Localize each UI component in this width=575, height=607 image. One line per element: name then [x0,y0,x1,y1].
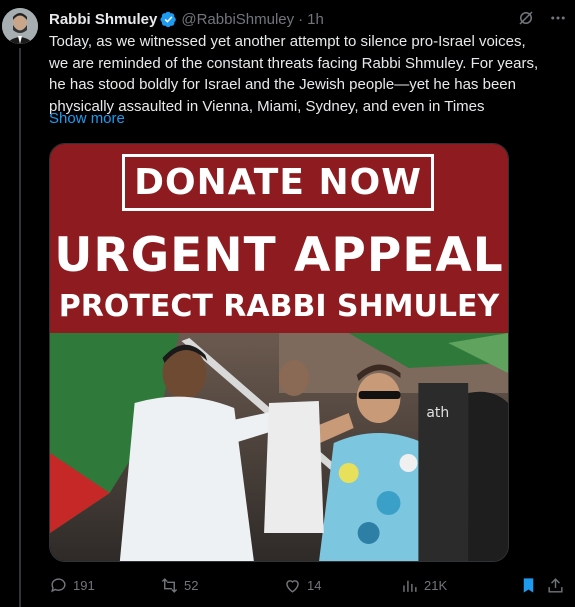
author-name[interactable]: Rabbi Shmuley [49,11,157,28]
protest-photo: ath [50,333,508,561]
tweet-actions: 191 52 14 21K [49,574,564,596]
like-icon [286,579,299,593]
bookmark-button[interactable] [519,574,543,596]
timestamp[interactable]: 1h [307,11,324,28]
repost-icon [161,577,178,593]
avatar[interactable] [2,8,38,44]
like-count: 14 [307,577,322,593]
share-icon [548,577,563,593]
repost-button[interactable]: 52 [160,574,198,596]
donate-now-box: DONATE NOW [122,154,434,211]
views-icon [403,580,417,592]
grok-icon[interactable] [517,9,535,27]
author-handle[interactable]: @RabbiShmuley [181,11,294,28]
tweet-text: Today, as we witnessed yet another attem… [49,31,564,117]
reply-icon [51,577,66,592]
bookmark-icon [523,577,534,593]
like-button[interactable]: 14 [283,574,321,596]
thread-line [19,48,21,607]
show-more-link[interactable]: Show more [49,110,125,127]
reply-button[interactable]: 191 [49,574,95,596]
repost-count: 52 [184,577,199,593]
separator-dot: · [298,10,304,28]
verified-badge-icon [160,11,177,27]
views-count: 21K [424,577,448,593]
media-image[interactable]: DONATE NOW URGENT APPEAL PROTECT RABBI S… [49,143,509,562]
tweet-text-line: we are reminded of the constant threats … [49,54,539,72]
share-button[interactable] [546,574,570,596]
protect-subheading: PROTECT RABBI SHMULEY [58,289,500,324]
views-button[interactable]: 21K [400,574,447,596]
more-icon[interactable] [549,9,567,27]
tweet-text-line: physically assaulted in Vienna, Miami, S… [49,97,485,115]
donate-banner: DONATE NOW URGENT APPEAL PROTECT RABBI S… [50,144,508,333]
urgent-appeal-heading: URGENT APPEAL [54,228,504,283]
tweet-text-line: Today, as we witnessed yet another attem… [49,33,526,50]
reply-count: 191 [73,577,95,593]
shirt-text: ath [426,405,449,421]
tweet-text-line: he has stood boldly for Israel and the J… [49,76,516,93]
tweet-header: Rabbi Shmuley @RabbiShmuley · 1h [49,9,575,29]
